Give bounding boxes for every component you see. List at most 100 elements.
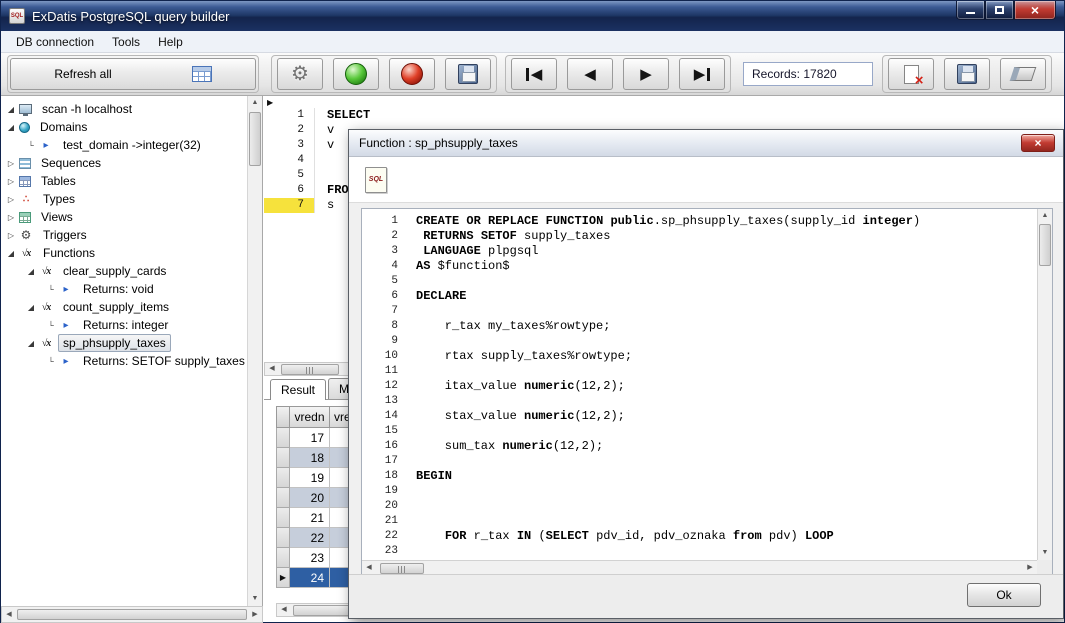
grid-cell[interactable]: 21 [290,508,330,528]
sql-document-icon[interactable]: SQL [365,166,387,193]
tree-item-types[interactable]: ▷ ∴ Types [1,190,246,208]
tree-item-returns-void[interactable]: └ ▸ Returns: void [1,280,246,298]
tree-item-returns-setof-supply-taxes[interactable]: └ ▸ Returns: SETOF supply_taxes [1,352,246,370]
dialog-line-number: 1 [391,215,398,227]
menu-help[interactable]: Help [149,32,192,52]
grid-cell[interactable]: 24 [290,568,330,588]
maximize-button[interactable] [985,1,1014,20]
tree-item-count-supply-items[interactable]: ◢ √x count_supply_items [1,298,246,316]
dialog-code-line: itax_value numeric(12,2); [416,379,625,393]
row-selector-cell[interactable] [276,448,290,468]
ok-button[interactable]: Ok [967,583,1041,607]
column-header-vredn[interactable]: vredn [290,406,330,428]
prev-record-button[interactable]: ◀ [567,58,613,90]
process-button[interactable]: ⚙ [277,58,323,90]
tree-item-sp-phsupply-taxes[interactable]: ◢ √x sp_phsupply_taxes [1,334,246,352]
grid-cell[interactable]: 23 [290,548,330,568]
tree-expanded-icon[interactable]: ◢ [25,267,37,276]
row-selector-cell[interactable] [276,468,290,488]
tree-expanded-icon[interactable]: ◢ [25,339,37,348]
splitter-arrow-icon[interactable]: ▶ [267,98,273,107]
editor-line-number: 6 [297,184,304,196]
dialog-editor-code[interactable]: CREATE OR REPLACE FUNCTION public.sp_phs… [406,214,1036,559]
tree-item-clear-supply-cards[interactable]: ◢ √x clear_supply_cards [1,262,246,280]
function-source-editor[interactable]: 1 2 3 4 5 6 7 8 9 10 11 12 13 14 15 16 17 18 19 20 21 22 23 CR… [361,208,1053,576]
tree-item-returns-integer[interactable]: └ ▸ Returns: integer [1,316,246,334]
scroll-right-icon[interactable]: ▶ [248,608,262,622]
delete-record-button[interactable]: × [888,58,934,90]
scrollbar-thumb[interactable] [1039,224,1051,266]
dialog-vertical-scrollbar[interactable]: ▲ ▼ [1037,209,1052,560]
last-record-button[interactable]: ▶ [679,58,725,90]
tree-collapsed-icon[interactable]: ▷ [5,195,17,204]
clear-button[interactable] [1000,58,1046,90]
row-selector-cell[interactable] [276,488,290,508]
dialog-line-number: 11 [384,365,398,377]
maximize-icon [995,6,1004,14]
minimize-button[interactable] [956,1,985,20]
grid-cell[interactable]: 19 [290,468,330,488]
dialog-close-button[interactable]: × [1021,134,1055,152]
scrollbar-thumb[interactable] [281,363,339,375]
tree-item-test-domain-integer-32[interactable]: └ ▸ test_domain ->integer(32) [1,136,246,154]
tree-expanded-icon[interactable]: ◢ [25,303,37,312]
tree-item-views[interactable]: ▷ Views [1,208,246,226]
tree-vertical-scrollbar[interactable]: ▲ ▼ [247,96,262,606]
dialog-code-line: FOR r_tax IN (SELECT pdv_id, pdv_oznaka … [444,529,834,543]
page-delete-icon: × [903,64,924,88]
grid-cell[interactable]: 17 [290,428,330,448]
grid-cell[interactable]: 20 [290,488,330,508]
tree-item-tables[interactable]: ▷ Tables [1,172,246,190]
scroll-down-icon[interactable]: ▼ [1038,546,1052,560]
tree-collapsed-icon[interactable]: ▷ [5,159,17,168]
dialog-code-line [406,394,1036,409]
tree-horizontal-scrollbar[interactable]: ◀ ▶ [1,606,263,623]
tree-expanded-icon[interactable]: ◢ [5,105,17,114]
close-button[interactable]: × [1014,1,1056,20]
right-triangle-icon: ▶ [693,65,706,83]
scroll-left-icon[interactable]: ◀ [2,608,16,622]
editor-line-number: 1 [297,109,304,121]
row-selector-cell[interactable] [276,428,290,448]
scrollbar-thumb[interactable] [17,609,247,620]
tree-item-triggers[interactable]: ▷ ⚙ Triggers [1,226,246,244]
tree-collapsed-icon[interactable]: ▷ [5,231,17,240]
refresh-all-button[interactable]: Refresh all [10,58,256,90]
tree-expanded-icon[interactable]: ◢ [5,123,17,132]
scroll-up-icon[interactable]: ▲ [1038,209,1052,223]
save-query-button[interactable] [445,58,491,90]
grid-cell[interactable]: 18 [290,448,330,468]
tree-item-sequences[interactable]: ▷ Sequences [1,154,246,172]
scroll-left-icon[interactable]: ◀ [362,561,376,575]
scrollbar-thumb[interactable] [380,562,424,574]
save-data-button[interactable] [944,58,990,90]
scroll-down-icon[interactable]: ▼ [248,592,262,606]
scroll-up-icon[interactable]: ▲ [248,96,262,110]
dialog-code-line: BEGIN [416,469,453,483]
scroll-right-icon[interactable]: ▶ [1023,561,1037,575]
next-record-button[interactable]: ▶ [623,58,669,90]
tree-item-domains[interactable]: ◢ Domains [1,118,246,136]
scrollbar-thumb[interactable] [249,112,261,166]
menu-db-connection[interactable]: DB connection [7,32,103,52]
scroll-left-icon[interactable]: ◀ [277,603,291,617]
grid-cell[interactable]: 22 [290,528,330,548]
tree-expanded-icon[interactable]: ◢ [5,249,17,258]
start-button[interactable] [333,58,379,90]
first-record-button[interactable]: ◀ [511,58,557,90]
records-field[interactable] [743,62,873,86]
row-selector-cell[interactable] [276,508,290,528]
menu-tools[interactable]: Tools [103,32,149,52]
row-selector-cell[interactable] [276,528,290,548]
tree-collapsed-icon[interactable]: ▷ [5,177,17,186]
dialog-horizontal-scrollbar[interactable]: ◀ ▶ [362,560,1037,575]
row-selector-cell[interactable] [276,548,290,568]
scroll-left-icon[interactable]: ◀ [265,362,279,376]
tree-collapsed-icon[interactable]: ▷ [5,213,17,222]
app-icon: SQL [9,8,25,24]
tab-result[interactable]: Result [270,379,327,400]
tree-item-functions[interactable]: ◢ √x Functions [1,244,246,262]
tree-item-scan-h-localhost[interactable]: ◢ scan -h localhost [1,100,246,118]
row-selector-cell[interactable]: ▶ [276,568,290,588]
stop-button[interactable] [389,58,435,90]
